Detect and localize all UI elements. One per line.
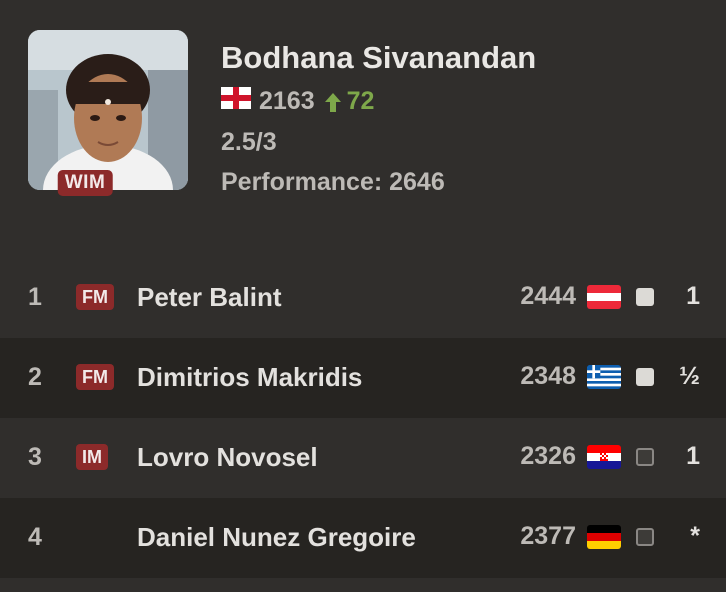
black-pieces-icon <box>636 528 654 546</box>
game-result: * <box>690 522 700 550</box>
arrow-up-icon <box>324 92 341 112</box>
opponent-rating: 2377 <box>520 522 576 550</box>
player-score: 2.5/3 <box>221 128 277 156</box>
games-list: 1 FM Peter Balint 2444 1 2 FM Dimitrios … <box>0 258 726 578</box>
game-result: 1 <box>686 442 700 470</box>
player-title-badge: WIM <box>57 170 113 196</box>
opponent-rating: 2444 <box>520 282 576 310</box>
opponent-rating: 2348 <box>520 362 576 390</box>
player-rating: 2163 <box>259 87 315 115</box>
game-result: 1 <box>686 282 700 310</box>
game-row-2[interactable]: 2 FM Dimitrios Makridis 2348 ½ <box>0 338 726 418</box>
opponent-title-badge: IM <box>76 444 108 470</box>
game-row-1[interactable]: 1 FM Peter Balint 2444 1 <box>0 258 726 338</box>
player-rating-line: 2163 72 <box>221 87 374 116</box>
white-pieces-icon <box>636 288 654 306</box>
austria-flag-icon <box>587 285 621 309</box>
game-result: ½ <box>679 362 700 390</box>
player-performance: Performance: 2646 <box>221 168 445 196</box>
opponent-name[interactable]: Peter Balint <box>137 282 282 313</box>
game-row-3[interactable]: 3 IM Lovro Novosel 2326 1 <box>0 418 726 498</box>
round-number: 3 <box>28 443 42 471</box>
rating-gain-value: 72 <box>346 87 375 115</box>
opponent-name[interactable]: Lovro Novosel <box>137 442 318 473</box>
player-header: WIM Bodhana Sivanandan 2163 72 2.5/3 Per… <box>0 0 726 260</box>
croatia-flag-icon <box>587 445 621 469</box>
game-row-4[interactable]: 4 Daniel Nunez Gregoire 2377 * <box>0 498 726 578</box>
white-pieces-icon <box>636 368 654 386</box>
player-name[interactable]: Bodhana Sivanandan <box>221 40 536 76</box>
greece-flag-icon <box>587 365 621 389</box>
rating-gain: 72 <box>323 87 375 116</box>
player-photo <box>28 30 188 190</box>
opponent-title-badge: FM <box>76 284 114 310</box>
black-pieces-icon <box>636 448 654 466</box>
round-number: 2 <box>28 363 42 391</box>
england-flag-icon <box>221 87 251 116</box>
opponent-name[interactable]: Dimitrios Makridis <box>137 362 362 393</box>
germany-flag-icon <box>587 525 621 549</box>
opponent-rating: 2326 <box>520 442 576 470</box>
round-number: 1 <box>28 283 42 311</box>
round-number: 4 <box>28 523 42 551</box>
opponent-name[interactable]: Daniel Nunez Gregoire <box>137 522 416 553</box>
opponent-title-badge: FM <box>76 364 114 390</box>
